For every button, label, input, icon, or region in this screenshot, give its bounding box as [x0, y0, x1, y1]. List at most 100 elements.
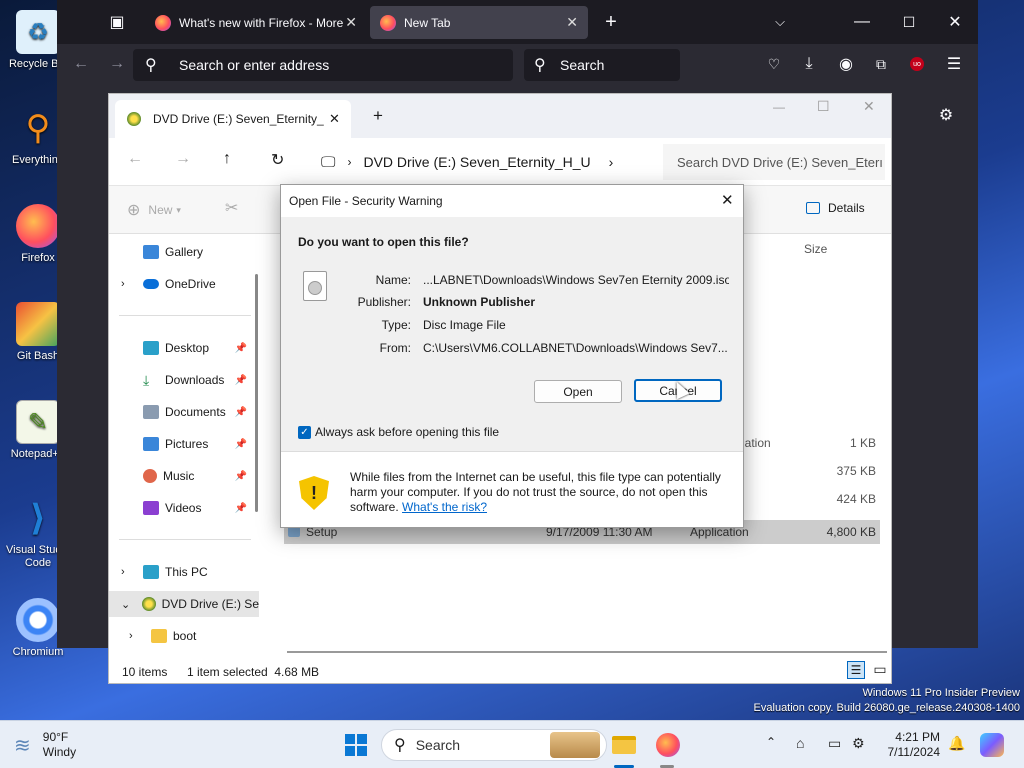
whats-the-risk-link[interactable]: What's the risk?: [402, 500, 487, 514]
list-all-tabs-chevron-icon[interactable]: ⌵: [766, 8, 794, 36]
minimize-icon[interactable]: —: [773, 100, 785, 114]
tab-whats-new[interactable]: What's new with Firefox - More ✕: [145, 6, 367, 39]
tab-new-tab[interactable]: New Tab ✕: [370, 6, 588, 39]
details-pane-icon: [806, 202, 820, 214]
cloud-icon: [143, 279, 159, 289]
clock[interactable]: 4:21 PM 7/11/2024: [870, 730, 941, 760]
type-label: Type:: [381, 318, 411, 332]
sidebar-item-label: Videos: [165, 501, 202, 515]
forward-arrow-icon[interactable]: →: [103, 50, 131, 78]
watermark-line-1: Windows 11 Pro Insider Preview: [862, 687, 1020, 699]
network-icon[interactable]: ⌂: [796, 735, 804, 751]
chromium-icon: [16, 598, 60, 642]
app-menu-icon[interactable]: ☰: [940, 50, 968, 78]
url-bar[interactable]: ⚲ Search or enter address: [133, 49, 513, 81]
details-button[interactable]: Details: [806, 201, 865, 215]
sidebar-item-downloads[interactable]: ⤓ Downloads 📌: [109, 367, 259, 393]
weather-widget[interactable]: ≋ 90°F Windy: [14, 730, 76, 760]
sidebar-item-videos[interactable]: Videos 📌: [109, 495, 259, 521]
clock-time: 4:21 PM: [895, 730, 940, 744]
weather-desc: Windy: [42, 745, 77, 759]
close-tab-icon[interactable]: ✕: [566, 14, 578, 31]
horizontal-scrollbar[interactable]: [287, 651, 887, 653]
new-tab-plus-icon[interactable]: +: [373, 106, 383, 126]
security-warning-dialog: Open File - Security Warning ✕ Do you wa…: [280, 184, 744, 528]
maximize-icon[interactable]: ☐: [895, 8, 923, 36]
close-icon[interactable]: ✕: [721, 191, 734, 209]
sidebar-item-label: Desktop: [165, 341, 210, 355]
sidebar-item-label: DVD Drive (E:) Se: [161, 597, 259, 611]
back-arrow-icon[interactable]: ←: [67, 50, 95, 78]
file-explorer-taskbar-button[interactable]: [608, 729, 640, 761]
pin-icon: 📌: [234, 470, 247, 482]
plus-circle-icon: ⊕: [127, 202, 141, 219]
pin-icon: 📌: [234, 502, 247, 514]
search-icon: ⚲: [145, 57, 157, 74]
maximize-icon[interactable]: ☐: [817, 98, 830, 115]
up-arrow-icon[interactable]: ↑: [223, 150, 231, 168]
explorer-search-placeholder: Search DVD Drive (E:) Seven_Eterı: [677, 154, 883, 170]
sidebar-item-dvd-drive[interactable]: ⌄ DVD Drive (E:) Se: [109, 591, 259, 617]
chevron-right-icon[interactable]: ›: [129, 630, 151, 642]
sidebar-scrollbar[interactable]: [255, 274, 258, 512]
sidebar-item-gallery[interactable]: Gallery: [109, 239, 259, 265]
refresh-icon[interactable]: ↻: [271, 150, 284, 170]
back-arrow-icon[interactable]: ←: [127, 150, 143, 168]
cut-icon[interactable]: ✂: [225, 198, 238, 218]
sidebar-item-boot[interactable]: › boot: [109, 623, 259, 649]
new-tab-plus-icon[interactable]: +: [597, 8, 625, 36]
taskbar-search[interactable]: ⚲ Search: [381, 729, 607, 761]
sidebar-item-music[interactable]: Music 📌: [109, 463, 259, 489]
chevron-down-icon[interactable]: ⌄: [121, 598, 142, 611]
pocket-icon[interactable]: ♡: [760, 50, 788, 78]
sidebar-item-label: Gallery: [165, 245, 204, 259]
close-window-icon[interactable]: ✕: [863, 98, 875, 115]
downloads-icon[interactable]: ⤓: [795, 50, 823, 78]
tiles-view-icon[interactable]: ▭: [871, 661, 889, 679]
address-bar[interactable]: 🖵 › DVD Drive (E:) Seven_Eternity_H_U ›: [311, 144, 637, 180]
chevron-right-icon[interactable]: ›: [121, 278, 143, 290]
navigation-pane: Gallery › OneDrive Desktop 📌 ⤓ Downloads…: [109, 234, 259, 659]
pin-icon: 📌: [234, 374, 247, 386]
search-icon: ⚲: [394, 737, 406, 754]
details-view-icon[interactable]: ☰: [847, 661, 865, 679]
extensions-icon[interactable]: ⧉: [867, 50, 895, 78]
sidebar-item-documents[interactable]: Documents 📌: [109, 399, 259, 425]
size-column-header[interactable]: Size: [804, 242, 827, 256]
explorer-tab[interactable]: DVD Drive (E:) Seven_Eternity_ ✕: [115, 100, 351, 138]
sidebar-item-desktop[interactable]: Desktop 📌: [109, 335, 259, 361]
copilot-icon[interactable]: [980, 733, 1004, 757]
new-tab-settings-gear-icon[interactable]: ⚙: [932, 101, 960, 129]
close-window-icon[interactable]: ✕: [941, 8, 969, 36]
forward-arrow-icon[interactable]: →: [175, 150, 191, 168]
close-tab-icon[interactable]: ✕: [329, 111, 340, 127]
checkbox-label: Always ask before opening this file: [315, 425, 500, 439]
sidebar-item-this-pc[interactable]: › This PC: [109, 559, 259, 585]
tab-groups-icon[interactable]: ▣: [103, 8, 131, 36]
settings-icon[interactable]: ⚙: [852, 735, 865, 752]
open-button[interactable]: Open: [534, 380, 622, 403]
dialog-body: Do you want to open this file? Name: ...…: [281, 217, 743, 451]
checkbox-check-icon[interactable]: ✓: [298, 425, 311, 439]
firefox-search-box[interactable]: ⚲ Search: [524, 49, 680, 81]
explorer-tab-title: DVD Drive (E:) Seven_Eternity_: [153, 112, 324, 126]
chevron-right-icon[interactable]: ›: [121, 566, 143, 578]
sidebar-item-pictures[interactable]: Pictures 📌: [109, 431, 259, 457]
sidebar-item-onedrive[interactable]: › OneDrive: [109, 271, 259, 297]
desktop-folder-icon: [143, 341, 159, 355]
show-hidden-icons-chevron-icon[interactable]: ⌃: [766, 735, 776, 749]
shield-warning-icon: !: [299, 476, 329, 510]
explorer-search-box[interactable]: Search DVD Drive (E:) Seven_Eterı: [663, 144, 885, 180]
ublock-origin-icon[interactable]: uo: [903, 50, 931, 78]
notification-bell-icon[interactable]: 🔔: [948, 735, 965, 752]
new-button[interactable]: ⊕ New ▾: [127, 200, 181, 220]
minimize-icon[interactable]: —: [848, 8, 876, 36]
file-size: 424 KB: [836, 492, 876, 506]
close-tab-icon[interactable]: ✕: [345, 14, 357, 31]
account-icon[interactable]: ◉: [832, 50, 860, 78]
dialog-question: Do you want to open this file?: [298, 235, 469, 249]
always-ask-checkbox[interactable]: ✓ Always ask before opening this file: [298, 425, 499, 439]
display-icon[interactable]: ▭: [828, 735, 841, 752]
firefox-taskbar-button[interactable]: [652, 729, 684, 761]
start-button[interactable]: [340, 729, 372, 761]
